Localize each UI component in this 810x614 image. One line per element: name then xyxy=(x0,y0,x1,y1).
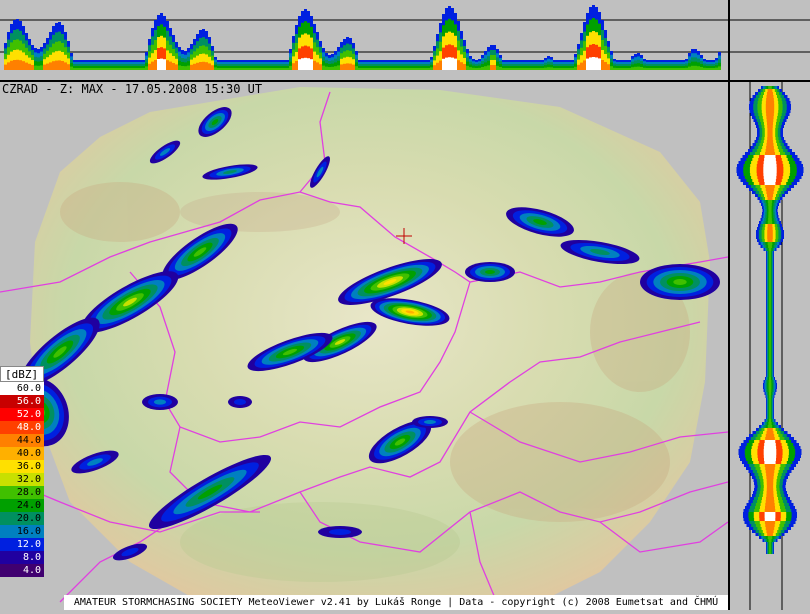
legend-entry: 48.0 xyxy=(0,421,44,434)
radar-map-svg xyxy=(0,82,729,611)
legend-entry: 8.0 xyxy=(0,551,44,564)
dbz-legend: [dBZ] 60.0 56.0 52.0 48.0 44.0 40.0 36.0 32.0 28… xyxy=(0,366,44,577)
legend-entry: 56.0 xyxy=(0,395,44,408)
legend-unit: [dBZ] xyxy=(0,366,44,382)
top-cross-section-panel xyxy=(0,0,728,80)
legend-entry: 28.0 xyxy=(0,486,44,499)
legend-entry: 36.0 xyxy=(0,460,44,473)
legend-entry: 60.0 xyxy=(0,382,44,395)
radar-map[interactable] xyxy=(0,82,729,611)
corner-panel xyxy=(730,0,810,80)
footer-credits: AMATEUR STORMCHASING SOCIETY MeteoViewer… xyxy=(64,595,728,610)
legend-entry: 52.0 xyxy=(0,408,44,421)
legend-entry: 40.0 xyxy=(0,447,44,460)
right-cross-section-chart xyxy=(736,82,804,610)
legend-entry: 12.0 xyxy=(0,538,44,551)
top-cross-section-chart xyxy=(0,5,728,71)
legend-entry: 24.0 xyxy=(0,499,44,512)
legend-entry: 16.0 xyxy=(0,525,44,538)
legend-entry: 44.0 xyxy=(0,434,44,447)
map-title: CZRAD - Z: MAX - 17.05.2008 15:30 UT xyxy=(2,82,263,96)
legend-entry: 20.0 xyxy=(0,512,44,525)
right-cross-section-panel xyxy=(730,82,810,610)
legend-entry: 4.0 xyxy=(0,564,44,577)
legend-entry: 32.0 xyxy=(0,473,44,486)
